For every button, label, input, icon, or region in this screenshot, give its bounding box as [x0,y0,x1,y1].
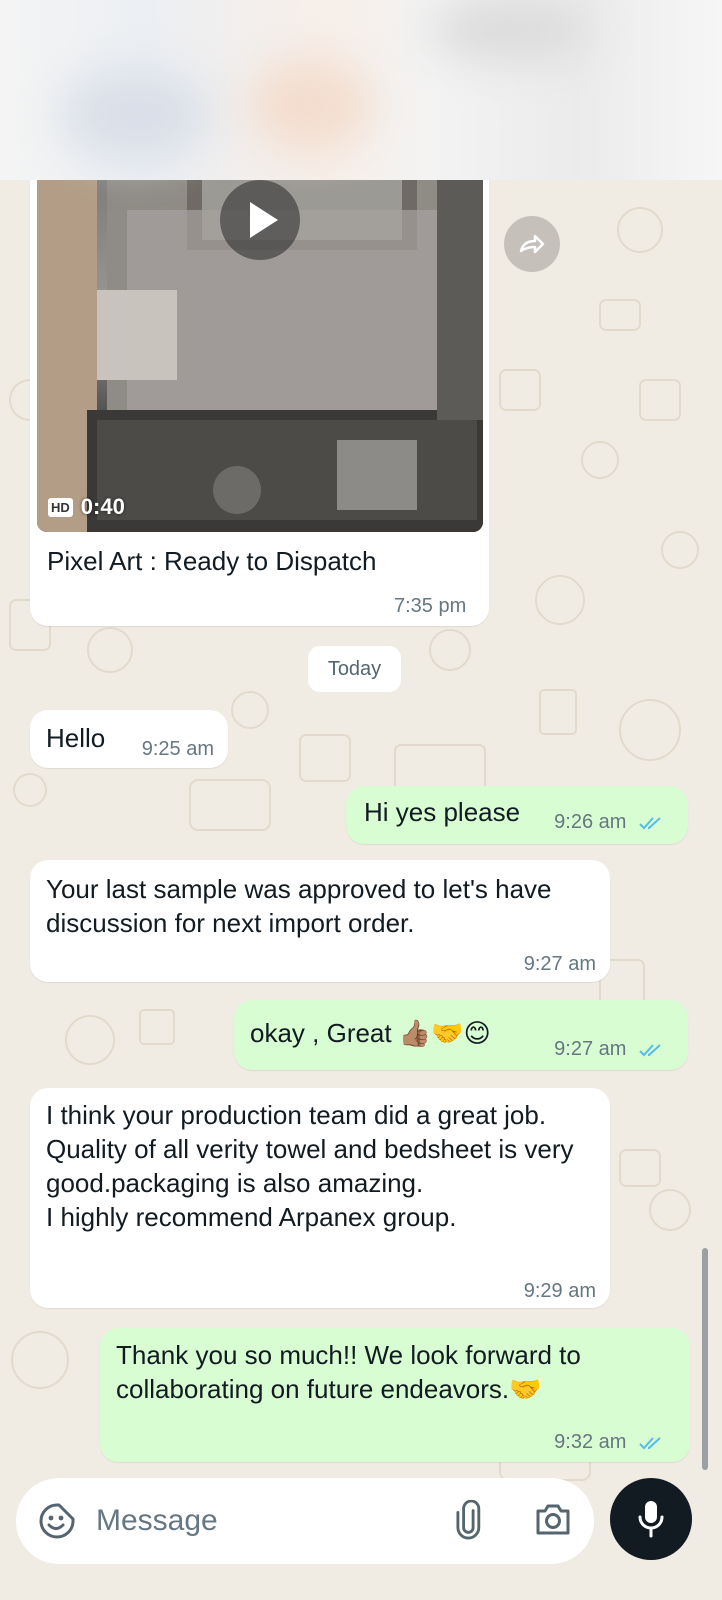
message-bubble-outgoing[interactable]: Thank you so much!! We look forward to c… [100,1328,690,1462]
read-receipt-icon [639,1436,661,1450]
camera-icon[interactable] [534,1502,572,1541]
play-icon[interactable] [220,180,300,260]
message-text: Hello [46,723,106,753]
video-time: 7:35 pm [394,595,467,617]
message-time: 9:29 am [523,1280,596,1302]
video-info: HD 0:40 [48,494,125,520]
sticker-smile-icon[interactable] [38,1502,76,1545]
message-time: 9:27 am [554,1038,627,1060]
message-text: Thank you so much!! We look forward to c… [116,1340,589,1404]
message-bubble-incoming[interactable]: Hello 9:25 am [30,710,228,768]
paperclip-icon[interactable] [456,1499,482,1545]
message-text: Your last sample was approved to let's h… [46,874,559,938]
forward-icon[interactable] [504,216,560,272]
blurred-header [0,0,722,180]
message-meta: 9:27 am [554,1038,666,1061]
message-time: 9:26 am [554,811,627,833]
video-duration: 0:40 [80,494,125,519]
video-caption: Pixel Art : Ready to Dispatch [47,546,377,576]
message-time: 9:25 am [141,738,214,760]
message-text: I think your production team did a great… [46,1100,574,1232]
read-receipt-icon [639,1043,661,1057]
read-receipt-icon [639,816,661,830]
message-meta: 9:32 am [554,1431,666,1454]
hd-badge: HD [48,497,73,517]
message-time: 9:32 am [554,1431,627,1453]
message-time: 9:27 am [523,953,596,975]
mic-icon[interactable] [610,1478,692,1560]
message-bubble-outgoing[interactable]: Hi yes please 9:26 am [346,786,688,844]
message-bubble-incoming[interactable]: I think your production team did a great… [30,1088,610,1308]
message-bubble-outgoing[interactable]: okay , Great 👍🏽🤝😊 9:27 am [234,1000,688,1070]
message-text: Hi yes please [364,797,521,827]
message-bubble-incoming[interactable]: Your last sample was approved to let's h… [30,860,610,982]
message-composer [16,1478,594,1564]
scrollbar[interactable] [702,1248,708,1470]
message-meta: 9:26 am [554,811,666,834]
message-text: okay , Great 👍🏽🤝😊 [250,1018,491,1048]
message-input[interactable] [96,1496,436,1546]
date-separator: Today [308,646,401,692]
